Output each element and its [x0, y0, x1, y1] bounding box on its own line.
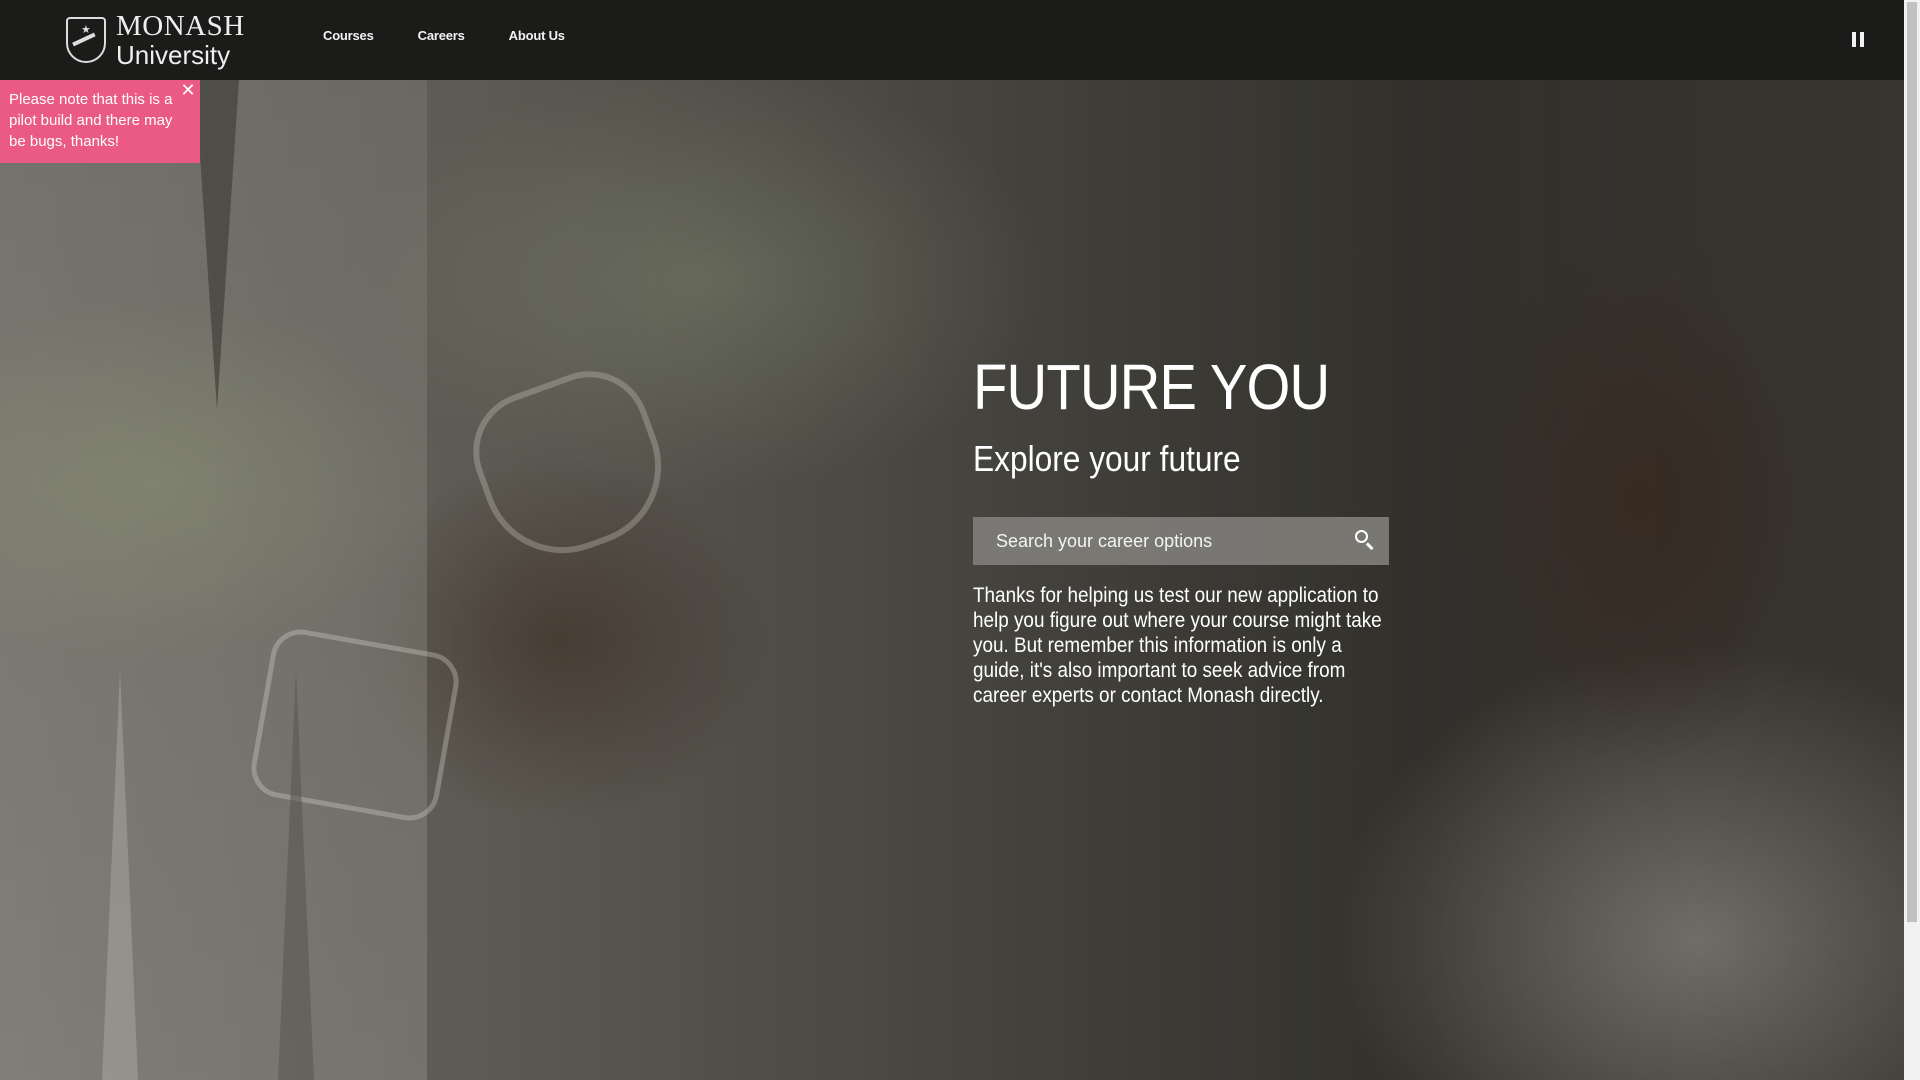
- pilot-notice-text: Please note that this is a pilot build a…: [9, 91, 173, 150]
- pause-video-button[interactable]: [1852, 32, 1866, 47]
- monash-crest-icon: [66, 17, 106, 63]
- career-search-box: [973, 517, 1389, 565]
- search-icon[interactable]: [1341, 517, 1389, 565]
- search-icon-handle: [1366, 542, 1374, 550]
- background-overlay: [0, 80, 1904, 1080]
- hero-title: FUTURE YOU: [973, 351, 1330, 423]
- logo-line-1: MONASH: [116, 10, 245, 42]
- close-icon[interactable]: ✕: [180, 81, 196, 99]
- nav-courses[interactable]: Courses: [323, 28, 374, 43]
- nav-about-us[interactable]: About Us: [509, 28, 565, 43]
- logo-wordmark: MONASH University: [116, 10, 245, 70]
- main-nav: Courses Careers About Us: [323, 28, 565, 43]
- site-header: MONASH University Courses Careers About …: [0, 0, 1904, 80]
- scrollbar-thumb[interactable]: [1907, 2, 1917, 922]
- hero-description: Thanks for helping us test our new appli…: [973, 584, 1382, 707]
- pause-icon: [1852, 32, 1856, 47]
- hero-subtitle: Explore your future: [973, 438, 1241, 479]
- career-search-input[interactable]: [973, 517, 1341, 565]
- search-icon-lens: [1355, 530, 1368, 543]
- page-scrollbar[interactable]: [1904, 0, 1920, 1080]
- page: MONASH University Courses Careers About …: [0, 0, 1920, 1080]
- monash-logo[interactable]: MONASH University: [66, 10, 246, 70]
- nav-careers[interactable]: Careers: [418, 28, 465, 43]
- pause-icon-bar: [1860, 32, 1864, 47]
- logo-line-2: University: [116, 40, 231, 70]
- pilot-notice: ✕ Please note that this is a pilot build…: [0, 80, 200, 163]
- hero: FUTURE YOU Explore your future Thanks fo…: [973, 350, 1393, 707]
